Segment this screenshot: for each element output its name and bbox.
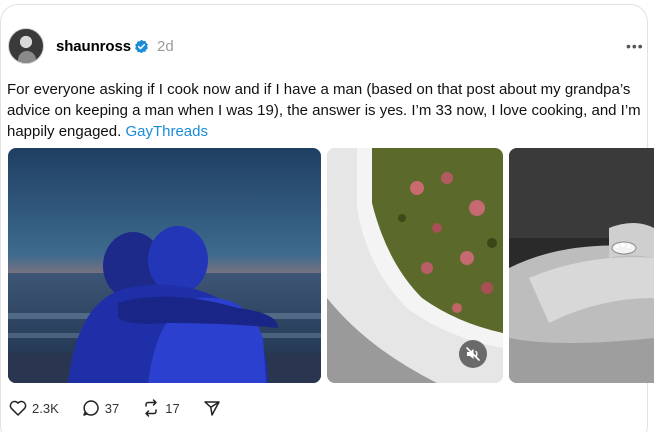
- comment-icon: [83, 400, 99, 416]
- ring-hand-photo: [509, 148, 654, 383]
- speaker-muted-icon[interactable]: [459, 340, 487, 368]
- media-image-3[interactable]: [509, 148, 654, 383]
- reply-button[interactable]: 37: [81, 398, 119, 418]
- like-button[interactable]: 2.3K: [8, 398, 59, 418]
- post-body: For everyone asking if I cook now and if…: [7, 81, 641, 140]
- username[interactable]: shaunross: [56, 38, 131, 55]
- repost-icon: [145, 399, 157, 417]
- share-button[interactable]: [202, 398, 222, 418]
- send-icon: [203, 401, 220, 416]
- topic-tag-link[interactable]: GayThreads: [125, 123, 208, 140]
- repost-button[interactable]: 17: [141, 398, 180, 418]
- media-image-1[interactable]: [8, 148, 321, 383]
- more-options-icon[interactable]: •••: [626, 38, 644, 54]
- avatar[interactable]: [8, 28, 44, 64]
- post-timestamp: 2d: [157, 38, 174, 55]
- post-text: For everyone asking if I cook now and if…: [7, 79, 651, 142]
- couple-beach-photo: [8, 148, 321, 383]
- reply-count: 37: [104, 400, 120, 416]
- heart-icon: [9, 400, 27, 416]
- post-actions: 2.3K 37 17: [8, 398, 244, 418]
- repost-count: 17: [165, 400, 180, 416]
- verified-badge-icon: [135, 39, 148, 54]
- like-count: 2.3K: [32, 400, 59, 416]
